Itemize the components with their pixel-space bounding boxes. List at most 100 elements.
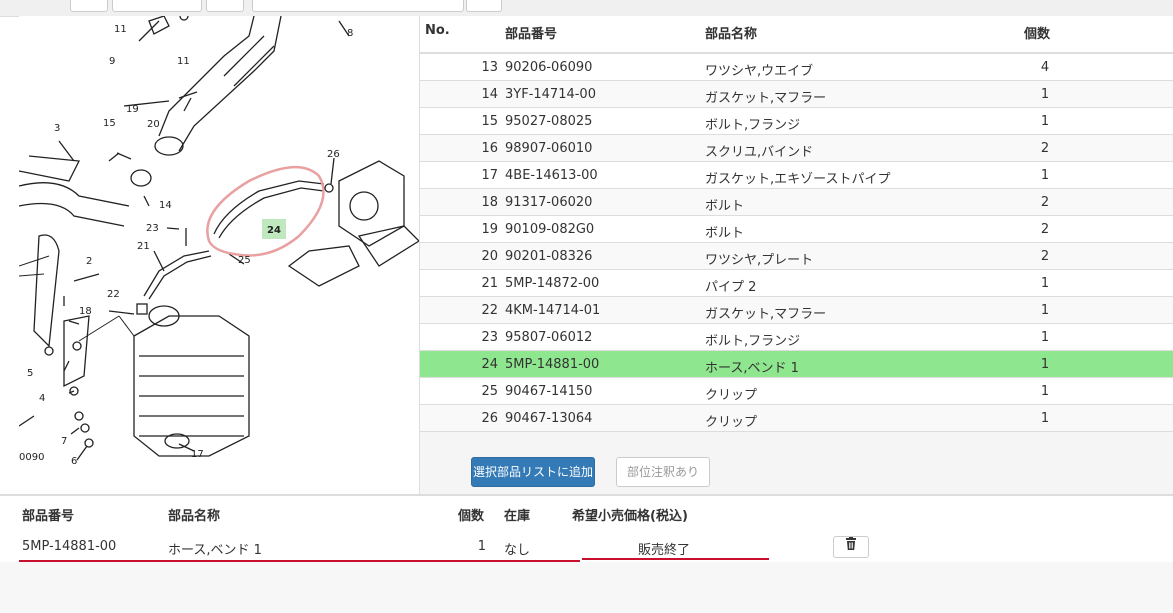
label-20: 20: [147, 119, 160, 130]
parts-row[interactable]: 22 4KM-14714-01 ガスケット,マフラー 1: [420, 297, 1173, 324]
label-7: 7: [61, 436, 67, 447]
parts-table-body: 13 90206-06090 ワツシヤ,ウエイブ 4 14 3YF-14714-00 ガスケ…: [420, 54, 1173, 432]
selected-parts-table: 部品番号 部品名称 個数 在庫 希望小売価格(税込) 5MP-14881-00 …: [0, 494, 1173, 613]
sel-qty: 1: [477, 539, 486, 554]
parts-row[interactable]: 17 4BE-14613-00 ガスケット,エキゾーストパイプ 1: [420, 162, 1173, 189]
label-26: 26: [327, 149, 340, 160]
trash-icon: [846, 537, 856, 550]
toolbar-button[interactable]: [252, 0, 464, 12]
row-qty: 2: [1040, 195, 1050, 210]
label-8: 8: [347, 28, 353, 39]
row-part-number: 90467-13064: [505, 411, 593, 426]
row-qty: 1: [1040, 357, 1050, 372]
row-part-number: 5MP-14881-00: [505, 357, 600, 372]
row-no: 14: [481, 87, 498, 102]
parts-diagram[interactable]: 11 11 8 9 19 20 3 15 14 26 24 23 21 25 2…: [19, 16, 420, 494]
row-part-name: クリップ: [705, 415, 758, 430]
toolbar-button[interactable]: [70, 0, 108, 12]
notes-button[interactable]: 部位注釈あり: [616, 457, 710, 487]
label-0090: 0090: [19, 452, 44, 463]
header-part-name: 部品名称: [705, 27, 758, 42]
label-23: 23: [146, 223, 159, 234]
toolbar-button[interactable]: [466, 0, 502, 12]
label-2: 2: [86, 256, 92, 267]
toolbar-button[interactable]: [112, 0, 202, 12]
row-part-name: ワツシヤ,ウエイブ: [705, 64, 814, 79]
label-3: 3: [54, 123, 60, 134]
highlight-circle: [206, 165, 325, 257]
row-no: 23: [481, 330, 498, 345]
label-22: 22: [107, 289, 120, 300]
parts-row[interactable]: 26 90467-13064 クリップ 1: [420, 405, 1173, 432]
header-no: No.: [425, 23, 450, 38]
row-part-name: ガスケット,マフラー: [705, 91, 827, 106]
sel-header-stock: 在庫: [504, 509, 531, 524]
row-qty: 1: [1040, 384, 1050, 399]
parts-row[interactable]: 13 90206-06090 ワツシヤ,ウエイブ 4: [420, 54, 1173, 81]
add-to-list-button[interactable]: 選択部品リストに追加: [471, 457, 595, 487]
row-part-name: ボルト: [705, 199, 745, 214]
label-14: 14: [159, 200, 172, 211]
parts-row[interactable]: 21 5MP-14872-00 パイプ 2 1: [420, 270, 1173, 297]
parts-row[interactable]: 19 90109-082G0 ボルト 2: [420, 216, 1173, 243]
row-part-number: 4KM-14714-01: [505, 303, 601, 318]
row-qty: 1: [1040, 303, 1050, 318]
parts-row[interactable]: 25 90467-14150 クリップ 1: [420, 378, 1173, 405]
row-no: 17: [481, 168, 498, 183]
red-underline-price: [582, 558, 769, 560]
label-4: 4: [39, 393, 45, 404]
parts-row[interactable]: 16 98907-06010 スクリユ,バインド 2: [420, 135, 1173, 162]
sel-part-name: ホース,ベンド 1: [168, 543, 262, 558]
row-part-number: 90109-082G0: [505, 222, 595, 237]
row-part-number: 95027-08025: [505, 114, 593, 129]
label-25: 25: [238, 255, 251, 266]
parts-row[interactable]: 24 5MP-14881-00 ホース,ベンド 1 1: [420, 351, 1173, 378]
toolbar-button[interactable]: [206, 0, 244, 12]
sel-header-price: 希望小売価格(税込): [572, 509, 688, 524]
row-part-number: 3YF-14714-00: [505, 87, 596, 102]
label-9: 9: [109, 56, 115, 67]
selected-table-header: 部品番号 部品名称 個数 在庫 希望小売価格(税込): [0, 496, 1173, 531]
row-qty: 1: [1040, 330, 1050, 345]
label-19: 19: [126, 104, 139, 115]
sel-part-number: 5MP-14881-00: [22, 539, 117, 554]
row-part-number: 5MP-14872-00: [505, 276, 600, 291]
row-part-name: ボルト,フランジ: [705, 118, 801, 133]
top-toolbar: [0, 0, 1173, 17]
row-part-number: 95807-06012: [505, 330, 593, 345]
sel-stock: なし: [504, 543, 531, 558]
label-5: 5: [27, 368, 33, 379]
row-qty: 1: [1040, 168, 1050, 183]
parts-row[interactable]: 20 90201-08326 ワツシヤ,プレート 2: [420, 243, 1173, 270]
row-qty: 2: [1040, 141, 1050, 156]
label-15: 15: [103, 118, 116, 129]
parts-row[interactable]: 23 95807-06012 ボルト,フランジ 1: [420, 324, 1173, 351]
row-part-number: 90467-14150: [505, 384, 593, 399]
parts-table-header: No. 部品番号 部品名称 個数: [420, 16, 1173, 54]
parts-row[interactable]: 14 3YF-14714-00 ガスケット,マフラー 1: [420, 81, 1173, 108]
row-part-name: ワツシヤ,プレート: [705, 253, 814, 268]
sel-header-part-name: 部品名称: [168, 509, 221, 524]
row-qty: 1: [1040, 87, 1050, 102]
row-part-name: クリップ: [705, 388, 758, 403]
header-qty: 個数: [1024, 27, 1051, 42]
label-24: 24: [267, 225, 281, 236]
row-qty: 2: [1040, 249, 1050, 264]
red-underline: [19, 560, 580, 562]
row-no: 18: [481, 195, 498, 210]
row-no: 26: [481, 411, 498, 426]
exploded-view-drawing: 11 11 8 9 19 20 3 15 14 26 24 23 21 25 2…: [19, 16, 419, 467]
row-no: 19: [481, 222, 498, 237]
label-11b: 11: [177, 56, 190, 67]
row-qty: 1: [1040, 276, 1050, 291]
row-qty: 1: [1040, 114, 1050, 129]
row-qty: 4: [1040, 60, 1050, 75]
label-21: 21: [137, 241, 150, 252]
sel-price: 販売終了: [638, 543, 691, 558]
label-11: 11: [114, 24, 127, 35]
parts-row[interactable]: 15 95027-08025 ボルト,フランジ 1: [420, 108, 1173, 135]
row-part-number: 4BE-14613-00: [505, 168, 598, 183]
delete-button[interactable]: [833, 536, 869, 558]
row-qty: 2: [1040, 222, 1050, 237]
parts-row[interactable]: 18 91317-06020 ボルト 2: [420, 189, 1173, 216]
